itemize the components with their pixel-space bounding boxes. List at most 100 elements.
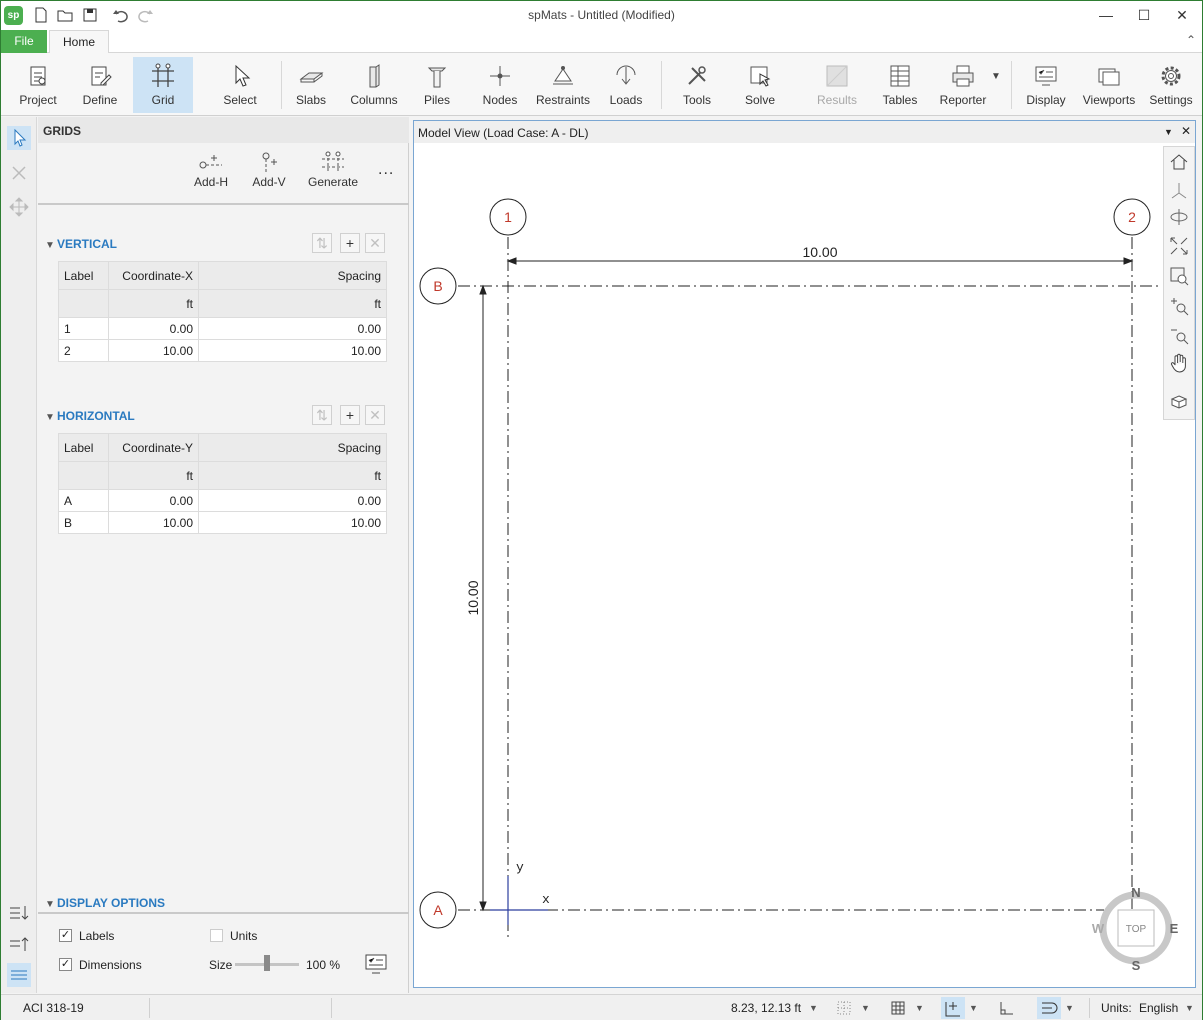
tab-file[interactable]: File — [1, 30, 47, 53]
coordinate-cell[interactable]: 0.00 — [108, 489, 199, 512]
display-options-header[interactable]: ▼ DISPLAY OPTIONS — [45, 896, 165, 910]
zoom-extents-icon[interactable] — [1168, 235, 1190, 257]
home-view-icon[interactable] — [1168, 151, 1190, 173]
settings-button[interactable]: Settings — [1143, 57, 1199, 113]
tables-button[interactable]: Tables — [873, 57, 927, 113]
coordinate-cell[interactable]: 10.00 — [108, 511, 199, 534]
size-slider-thumb[interactable] — [264, 955, 270, 971]
axes-view-icon[interactable] — [1168, 179, 1190, 201]
sort-horizontal-button[interactable]: ⇅ — [312, 405, 332, 425]
viewports-button[interactable]: Viewports — [1079, 57, 1139, 113]
select-cursor-icon[interactable] — [7, 126, 31, 150]
add-vertical-grid-icon — [262, 152, 277, 173]
slabs-button[interactable]: Slabs — [285, 57, 337, 113]
zoom-out-icon[interactable] — [1168, 324, 1190, 346]
tools-button[interactable]: Tools — [669, 57, 725, 113]
results-button[interactable]: Results — [807, 57, 867, 113]
units-selector[interactable]: English — [1139, 1001, 1178, 1015]
select-button[interactable]: Select — [211, 57, 269, 113]
ortho-snap-dropdown-icon[interactable]: ▼ — [969, 1003, 978, 1013]
reporter-dropdown-icon[interactable]: ▼ — [991, 71, 1001, 82]
collapse-ribbon-icon[interactable]: ⌃ — [1186, 33, 1196, 47]
delete-horizontal-row-button[interactable]: ✕ — [365, 405, 385, 425]
table-row[interactable]: 1 0.00 0.00 — [58, 317, 387, 340]
restraints-button[interactable]: Restraints — [533, 57, 593, 113]
label-cell[interactable]: A — [58, 489, 109, 512]
menu-icon[interactable] — [7, 963, 31, 987]
unit-cell: ft — [198, 289, 387, 318]
add-v-button[interactable]: Add-V — [246, 149, 292, 199]
horizontal-section-header[interactable]: ▼ HORIZONTAL — [45, 409, 135, 423]
view-compass[interactable]: TOP N S E W — [1092, 885, 1179, 973]
pan-hand-icon[interactable] — [1168, 352, 1190, 374]
labels-checkbox[interactable]: ✓ — [59, 929, 72, 942]
coordinate-cell[interactable]: 0.00 — [108, 317, 199, 340]
add-vertical-row-button[interactable]: + — [340, 233, 360, 253]
zoom-in-icon[interactable] — [1168, 295, 1190, 317]
column-header: Spacing — [198, 433, 387, 462]
compass-east-label: E — [1170, 921, 1179, 936]
snap-grid-icon[interactable] — [835, 999, 853, 1017]
vertical-section-header[interactable]: ▼ VERTICAL — [45, 237, 117, 251]
generate-button[interactable]: Generate — [308, 149, 358, 199]
column-header: Coordinate-Y — [108, 433, 199, 462]
unit-cell: ft — [108, 289, 199, 318]
view-dropdown-icon[interactable]: ▼ — [1164, 127, 1173, 137]
delete-vertical-row-button[interactable]: ✕ — [365, 233, 385, 253]
delete-icon[interactable] — [7, 161, 31, 185]
spacing-cell[interactable]: 10.00 — [198, 511, 387, 534]
spacing-cell[interactable]: 0.00 — [198, 317, 387, 340]
display-settings-icon[interactable] — [364, 953, 388, 975]
define-button[interactable]: Define — [71, 57, 129, 113]
coordinates-dropdown-icon[interactable]: ▼ — [809, 1003, 818, 1013]
move-icon[interactable] — [7, 195, 31, 219]
expand-list-icon[interactable] — [7, 932, 31, 956]
grid-display-dropdown-icon[interactable]: ▼ — [915, 1003, 924, 1013]
object-snap-dropdown-icon[interactable]: ▼ — [1065, 1003, 1074, 1013]
table-row[interactable]: A 0.00 0.00 — [58, 489, 387, 512]
label-cell[interactable]: 1 — [58, 317, 109, 340]
columns-button[interactable]: Columns — [345, 57, 403, 113]
rotate-view-icon[interactable] — [1168, 206, 1190, 228]
label-cell[interactable]: B — [58, 511, 109, 534]
grid-button[interactable]: Grid — [133, 57, 193, 113]
angle-snap-icon[interactable] — [997, 999, 1015, 1017]
compass-top-label[interactable]: TOP — [1126, 924, 1147, 935]
snap-grid-dropdown-icon[interactable]: ▼ — [861, 1003, 870, 1013]
tab-home[interactable]: Home — [49, 30, 109, 54]
grid-display-icon[interactable] — [889, 999, 907, 1017]
loads-button[interactable]: Loads — [599, 57, 653, 113]
add-horizontal-row-button[interactable]: + — [340, 405, 360, 425]
spacing-cell[interactable]: 10.00 — [198, 339, 387, 362]
table-row[interactable]: B 10.00 10.00 — [58, 511, 387, 534]
units-checkbox[interactable] — [210, 929, 223, 942]
sort-vertical-button[interactable]: ⇅ — [312, 233, 332, 253]
status-bar: ACI 318-19 8.23, 12.13 ft ▼ ▼ ▼ ▼ ▼ Unit… — [1, 994, 1202, 1020]
close-button[interactable]: ✕ — [1159, 1, 1203, 30]
dimensions-checkbox[interactable]: ✓ — [59, 958, 72, 971]
section-divider — [38, 203, 409, 205]
spacing-cell[interactable]: 0.00 — [198, 489, 387, 512]
more-options-button[interactable]: ... — [378, 161, 394, 179]
coordinate-cell[interactable]: 10.00 — [108, 339, 199, 362]
label-cell[interactable]: 2 — [58, 339, 109, 362]
3d-view-icon[interactable] — [1168, 391, 1190, 413]
collapse-list-icon[interactable] — [7, 901, 31, 925]
table-row[interactable]: 2 10.00 10.00 — [58, 339, 387, 362]
close-view-icon[interactable]: ✕ — [1181, 124, 1191, 138]
reporter-button[interactable]: Reporter — [933, 57, 993, 113]
nodes-button[interactable]: Nodes — [473, 57, 527, 113]
column-header: Label — [58, 261, 109, 290]
display-button[interactable]: Display — [1017, 57, 1075, 113]
ribbon: Project Define Grid Select Slabs Columns… — [1, 53, 1202, 116]
object-snap-icon[interactable] — [1037, 997, 1061, 1019]
units-dropdown-icon[interactable]: ▼ — [1185, 1003, 1194, 1013]
solve-button[interactable]: Solve — [731, 57, 789, 113]
axis-x-label: x — [542, 892, 550, 907]
zoom-window-icon[interactable] — [1168, 265, 1190, 287]
project-button[interactable]: Project — [9, 57, 67, 113]
model-canvas[interactable]: 1 2 B A 10.00 10.00 y x TOP N S E W — [414, 143, 1195, 987]
add-h-button[interactable]: Add-H — [188, 149, 234, 199]
ortho-snap-icon[interactable] — [941, 997, 965, 1019]
piles-button[interactable]: Piles — [411, 57, 463, 113]
